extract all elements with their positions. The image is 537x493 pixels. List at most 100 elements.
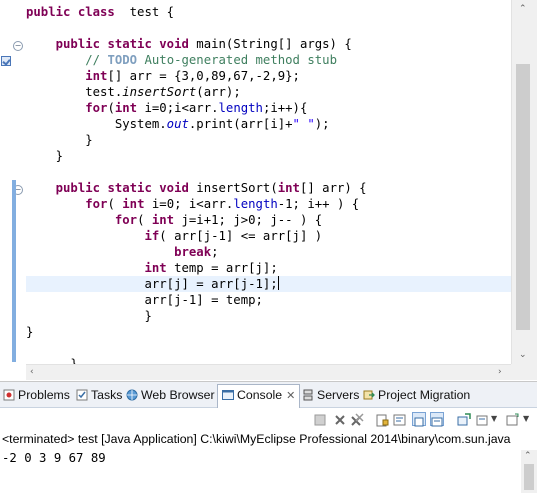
tab-label: Console (237, 388, 283, 402)
tab-web-browser[interactable]: Web Browser (126, 386, 215, 406)
scroll-up-icon[interactable]: ⌃ (524, 451, 532, 461)
code-token: if (144, 229, 160, 243)
tasks-icon (76, 388, 88, 401)
code-line[interactable]: arr[j-1] = temp; (26, 292, 511, 308)
scrollbar-corner (511, 364, 537, 380)
open-console-menu-icon[interactable] (506, 412, 520, 426)
code-line[interactable]: test.insertSort(arr); (26, 84, 511, 100)
code-token: for (85, 197, 108, 211)
scroll-right-icon[interactable]: › (498, 367, 502, 377)
pin-console-icon[interactable] (412, 412, 426, 427)
migration-icon (363, 388, 375, 400)
display-console-icon[interactable] (430, 412, 444, 427)
code-token: // (85, 53, 108, 67)
code-token: ;i++){ (262, 101, 308, 115)
code-line[interactable]: } (26, 132, 511, 148)
scroll-down-icon[interactable]: ⌄ (519, 350, 527, 360)
code-token: length (233, 197, 278, 211)
code-token: ( (137, 213, 152, 227)
code-line[interactable] (26, 164, 511, 180)
code-token: int (114, 101, 138, 115)
code-token: public static void (55, 181, 189, 195)
code-line[interactable]: } (26, 324, 511, 340)
tab-label: Problems (18, 388, 70, 402)
chevron-down-icon[interactable]: ▼ (491, 412, 505, 426)
code-token: Auto-generated method stub (137, 53, 337, 67)
code-token: break (174, 245, 212, 259)
terminate-icon[interactable] (313, 412, 327, 426)
tab-problems[interactable]: Problems (3, 386, 70, 406)
code-token: System. (26, 117, 167, 131)
code-token: int (277, 181, 300, 195)
tab-servers[interactable]: Servers (302, 386, 359, 406)
console-output[interactable]: -2 0 3 9 67 89 (2, 451, 106, 465)
scroll-up-icon[interactable]: ⌃ (519, 4, 527, 14)
code-line[interactable] (26, 340, 511, 356)
code-token: int (122, 197, 145, 211)
scrollbar-thumb[interactable] (524, 464, 534, 490)
vertical-scrollbar[interactable]: ⌃ ⌄ (511, 0, 537, 364)
code-token: TODO (107, 53, 138, 67)
code-token: ; (211, 245, 219, 259)
code-token: i=0; i<arr. (144, 197, 234, 211)
code-line[interactable]: break; (26, 244, 511, 260)
scrollbar-thumb[interactable] (516, 64, 530, 330)
task-marker-icon[interactable] (1, 56, 11, 66)
vertical-ruler (0, 0, 12, 364)
code-token: .print(arr[i]+ (188, 117, 293, 131)
remove-all-terminated-icon[interactable] (350, 412, 364, 426)
code-line[interactable]: if( arr[j-1] <= arr[j] ) (26, 228, 511, 244)
code-line[interactable]: for( int i=0; i<arr.length-1; i++ ) { (26, 196, 511, 212)
remove-launch-icon[interactable] (333, 412, 347, 426)
code-line[interactable]: // TODO Auto-generated method stub (26, 52, 511, 68)
code-editor[interactable]: − − public class test { public static vo… (0, 0, 537, 380)
code-line[interactable]: public static void insertSort(int[] arr)… (26, 180, 511, 196)
code-line[interactable]: int temp = arr[j]; (26, 260, 511, 276)
console-toolbar: ▼ ▼ (0, 409, 537, 431)
code-token: public class (26, 5, 115, 19)
collapse-icon[interactable]: − (13, 41, 23, 51)
code-token: [] arr) { (299, 181, 367, 195)
word-wrap-icon[interactable] (393, 412, 407, 426)
code-token: arr[j-1] = temp; (26, 293, 263, 307)
view-tab-bar: Problems Tasks Web Browser Console ✕ Serv… (0, 382, 537, 408)
code-token: " " (292, 117, 315, 131)
tab-console[interactable]: Console ✕ (217, 384, 301, 408)
scroll-left-icon[interactable]: ‹ (30, 367, 34, 377)
code-line[interactable]: arr[j] = arr[j-1]; (26, 276, 511, 292)
tab-tasks[interactable]: Tasks (76, 386, 122, 406)
code-line[interactable]: for( int j=i+1; j>0; j-- ) { (26, 212, 511, 228)
code-token: } (26, 133, 93, 147)
chevron-down-icon[interactable]: ▼ (523, 412, 537, 426)
console-vertical-scrollbar[interactable]: ⌃ (521, 450, 537, 493)
open-console-icon[interactable] (457, 412, 471, 426)
code-text[interactable]: public class test { public static void m… (26, 4, 511, 372)
quick-diff-marker (12, 180, 16, 362)
code-token: int (151, 213, 175, 227)
code-token: ); (314, 117, 330, 131)
code-line[interactable]: public class test { (26, 4, 511, 20)
code-line[interactable]: System.out.print(arr[i]+" "); (26, 116, 511, 132)
horizontal-scrollbar[interactable]: ‹ › (26, 364, 511, 380)
tab-label: Project Migration (378, 388, 471, 402)
code-line[interactable]: } (26, 308, 511, 324)
console-title: <terminated> test [Java Application] C:\… (2, 432, 511, 446)
code-line[interactable]: public static void main(String[] args) { (26, 36, 511, 52)
tab-label: Servers (317, 388, 360, 402)
code-line[interactable] (26, 20, 511, 36)
tab-project-migration[interactable]: Project Migration (363, 386, 470, 406)
code-line[interactable]: for(int i=0;i<arr.length;i++){ (26, 100, 511, 116)
code-token: -1; i++ ) { (277, 197, 360, 211)
code-token: ( arr[j-1] <= arr[j] ) (159, 229, 323, 243)
code-line[interactable]: int[] arr = {3,0,89,67,-2,9}; (26, 68, 511, 84)
code-line[interactable]: } (26, 148, 511, 164)
scroll-lock-icon[interactable] (375, 412, 389, 427)
code-token: (arr); (196, 85, 241, 99)
new-console-icon[interactable] (476, 412, 490, 426)
close-icon[interactable]: ✕ (286, 390, 295, 402)
